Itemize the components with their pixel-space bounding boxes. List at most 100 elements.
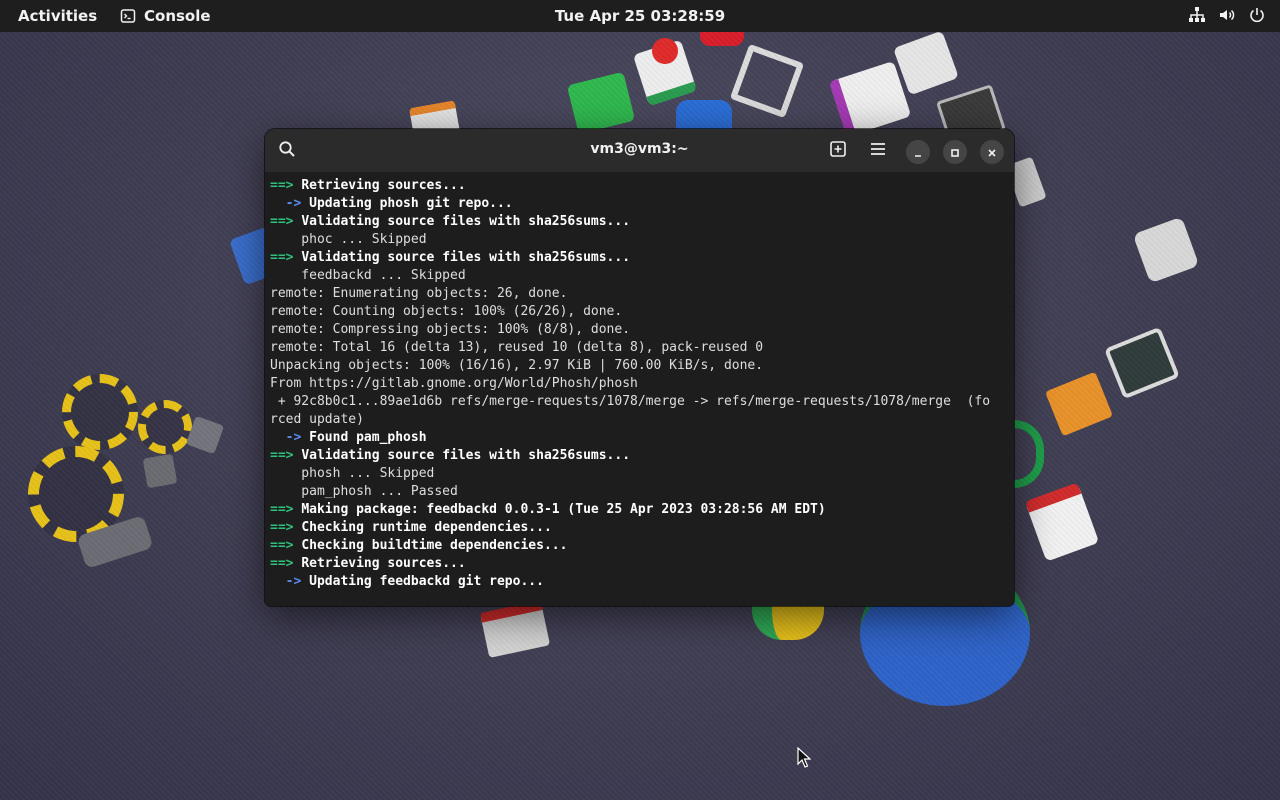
- terminal-line: ==> Retrieving sources...: [270, 177, 1009, 195]
- power-icon[interactable]: [1248, 6, 1266, 24]
- terminal-line-prefix: ==>: [270, 448, 294, 463]
- terminal-line: + 92c8b0c1...89ae1d6b refs/merge-request…: [270, 393, 1009, 411]
- terminal-line-text: Retrieving sources...: [301, 178, 466, 193]
- terminal-line: phoc ... Skipped: [270, 231, 1009, 249]
- blue-block-decoration: [676, 100, 732, 130]
- terminal-line-text: Validating source files with sha256sums.…: [301, 448, 631, 463]
- app-menu-label: Console: [144, 7, 211, 25]
- close-button[interactable]: [980, 140, 1004, 164]
- terminal-line: -> Updating phosh git repo...: [270, 195, 1009, 213]
- green-block-decoration: [566, 71, 636, 135]
- purple-block-decoration: [828, 60, 912, 138]
- gear-decoration: [138, 400, 192, 454]
- disk-decoration: [76, 515, 154, 569]
- red-block-decoration: [479, 600, 551, 658]
- terminal-line: remote: Enumerating objects: 26, done.: [270, 285, 1009, 303]
- magnifier-block-decoration: [1132, 216, 1200, 284]
- gear-decoration: [28, 446, 124, 542]
- terminal-line: -> Found pam_phosh: [270, 429, 1009, 447]
- main-menu-button[interactable]: [865, 138, 891, 164]
- terminal-line-text: Making package: feedbackd 0.0.3-1 (Tue 2…: [301, 502, 826, 517]
- terminal-line-text: Validating source files with sha256sums.…: [301, 250, 631, 265]
- terminal-output[interactable]: ==> Retrieving sources... -> Updating ph…: [265, 172, 1014, 606]
- terminal-line-text: pam_phosh ... Passed: [270, 484, 458, 499]
- terminal-line-text: Found pam_phosh: [309, 430, 427, 445]
- pie-decoration: [752, 606, 824, 640]
- menu-icon: [869, 140, 887, 162]
- close-icon: [987, 143, 997, 162]
- terminal-line-text: From https://gitlab.gnome.org/World/Phos…: [270, 376, 638, 391]
- terminal-line-prefix: ->: [270, 196, 302, 211]
- terminal-line: From https://gitlab.gnome.org/World/Phos…: [270, 375, 1009, 393]
- terminal-line: ==> Retrieving sources...: [270, 555, 1009, 573]
- cube-decoration: [185, 415, 225, 455]
- terminal-line-prefix: ==>: [270, 556, 294, 571]
- maximize-button[interactable]: [943, 140, 967, 164]
- calendar-block-decoration: [1024, 482, 1100, 562]
- terminal-line-text: Validating source files with sha256sums.…: [301, 214, 631, 229]
- terminal-line: remote: Counting objects: 100% (26/26), …: [270, 303, 1009, 321]
- terminal-line-prefix: ==>: [270, 520, 294, 535]
- map-block-decoration: [632, 39, 698, 107]
- terminal-line-prefix: ==>: [270, 538, 294, 553]
- gear-decoration: [62, 374, 138, 450]
- top-bar: Activities Console Tue Apr 25 03:28:59: [0, 0, 1280, 32]
- terminal-line: ==> Making package: feedbackd 0.0.3-1 (T…: [270, 501, 1009, 519]
- cube-decoration: [142, 453, 178, 489]
- orange-doc-decoration: [1044, 371, 1114, 437]
- terminal-line: -> Updating feedbackd git repo...: [270, 573, 1009, 591]
- terminal-line: phosh ... Skipped: [270, 465, 1009, 483]
- terminal-line-text: Updating phosh git repo...: [309, 196, 513, 211]
- terminal-line-prefix: ->: [270, 430, 302, 445]
- volume-icon[interactable]: [1218, 6, 1236, 24]
- maximize-icon: [950, 143, 960, 162]
- terminal-line: ==> Checking buildtime dependencies...: [270, 537, 1009, 555]
- green-arc-decoration: [1010, 420, 1044, 488]
- terminal-line: remote: Total 16 (delta 13), reused 10 (…: [270, 339, 1009, 357]
- terminal-line-text: Updating feedbackd git repo...: [309, 574, 544, 589]
- terminal-line: ==> Validating source files with sha256s…: [270, 249, 1009, 267]
- minimize-icon: [913, 143, 923, 162]
- terminal-line-prefix: ==>: [270, 250, 294, 265]
- terminal-line-text: phosh ... Skipped: [270, 466, 435, 481]
- terminal-line: remote: Compressing objects: 100% (8/8),…: [270, 321, 1009, 339]
- new-tab-button[interactable]: [825, 138, 851, 164]
- terminal-line: pam_phosh ... Passed: [270, 483, 1009, 501]
- minimize-button[interactable]: [906, 140, 930, 164]
- terminal-line-text: + 92c8b0c1...89ae1d6b refs/merge-request…: [270, 394, 991, 409]
- terminal-line: ==> Validating source files with sha256s…: [270, 213, 1009, 231]
- terminal-line-text: rced update): [270, 412, 364, 427]
- console-window[interactable]: vm3@vm3:~ ==> Retrieving sources... -> U…: [265, 129, 1014, 606]
- clock-button[interactable]: Tue Apr 25 03:28:59: [555, 7, 725, 25]
- terminal-line: ==> Checking runtime dependencies...: [270, 519, 1009, 537]
- calculator-block-decoration: [893, 30, 959, 96]
- window-titlebar[interactable]: vm3@vm3:~: [265, 129, 1014, 172]
- red-pin-decoration: [652, 38, 678, 64]
- terminal-line-text: phoc ... Skipped: [270, 232, 427, 247]
- terminal-line-prefix: ==>: [270, 178, 294, 193]
- terminal-line-text: Unpacking objects: 100% (16/16), 2.97 Ki…: [270, 358, 764, 373]
- monitor-block-decoration: [1104, 326, 1180, 400]
- terminal-line-prefix: ==>: [270, 502, 294, 517]
- network-icon[interactable]: [1188, 6, 1206, 24]
- terminal-line-text: Retrieving sources...: [301, 556, 466, 571]
- system-tray[interactable]: [1188, 6, 1266, 24]
- terminal-line-text: Checking buildtime dependencies...: [301, 538, 568, 553]
- terminal-line-prefix: ==>: [270, 214, 294, 229]
- new-tab-icon: [829, 140, 847, 162]
- terminal-line-text: remote: Counting objects: 100% (26/26), …: [270, 304, 623, 319]
- mouse-pointer-icon: [797, 746, 812, 773]
- terminal-line: Unpacking objects: 100% (16/16), 2.97 Ki…: [270, 357, 1009, 375]
- terminal-line-prefix: ->: [270, 574, 302, 589]
- terminal-line: feedbackd ... Skipped: [270, 267, 1009, 285]
- terminal-line-text: remote: Total 16 (delta 13), reused 10 (…: [270, 340, 764, 355]
- terminal-line: ==> Validating source files with sha256s…: [270, 447, 1009, 465]
- window-title: vm3@vm3:~: [590, 141, 689, 157]
- terminal-line: rced update): [270, 411, 1009, 429]
- terminal-line-text: feedbackd ... Skipped: [270, 268, 466, 283]
- terminal-line-text: remote: Enumerating objects: 26, done.: [270, 286, 568, 301]
- app-menu-button[interactable]: Console: [120, 7, 211, 25]
- activities-button[interactable]: Activities: [18, 7, 97, 25]
- console-icon: [120, 8, 136, 24]
- frame-block-decoration: [729, 43, 805, 119]
